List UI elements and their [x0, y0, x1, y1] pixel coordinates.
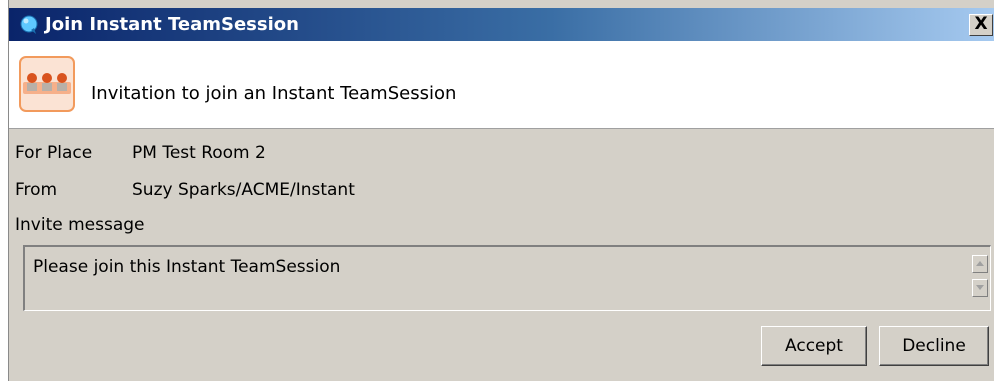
invite-message-text: Please join this Instant TeamSession	[33, 257, 341, 277]
scroll-down-button[interactable]	[972, 279, 988, 297]
scroll-up-button[interactable]	[972, 255, 988, 273]
decline-button[interactable]: Decline	[879, 326, 989, 366]
invitation-heading: Invitation to join an Instant TeamSessio…	[91, 83, 457, 104]
accept-button[interactable]: Accept	[761, 326, 867, 366]
invitation-header: Invitation to join an Instant TeamSessio…	[9, 41, 994, 129]
for-place-value: PM Test Room 2	[132, 143, 266, 163]
arrow-down-icon	[976, 285, 984, 290]
for-place-label: For Place	[15, 143, 93, 163]
from-label: From	[15, 180, 58, 200]
close-button[interactable]: X	[969, 14, 993, 36]
join-teamsession-dialog: Join Instant TeamSession X Invitation to…	[8, 0, 994, 381]
invite-message-label: Invite message	[15, 215, 145, 235]
invite-message-field[interactable]: Please join this Instant TeamSession	[23, 245, 991, 311]
title-bar[interactable]: Join Instant TeamSession X	[9, 8, 994, 41]
from-value: Suzy Sparks/ACME/Instant	[132, 180, 355, 200]
close-icon: X	[974, 14, 988, 34]
dialog-title: Join Instant TeamSession	[45, 14, 299, 35]
team-session-icon	[19, 56, 75, 112]
message-scrollbar[interactable]	[970, 247, 990, 310]
arrow-up-icon	[976, 261, 984, 266]
sametime-bubble-icon	[19, 15, 39, 35]
